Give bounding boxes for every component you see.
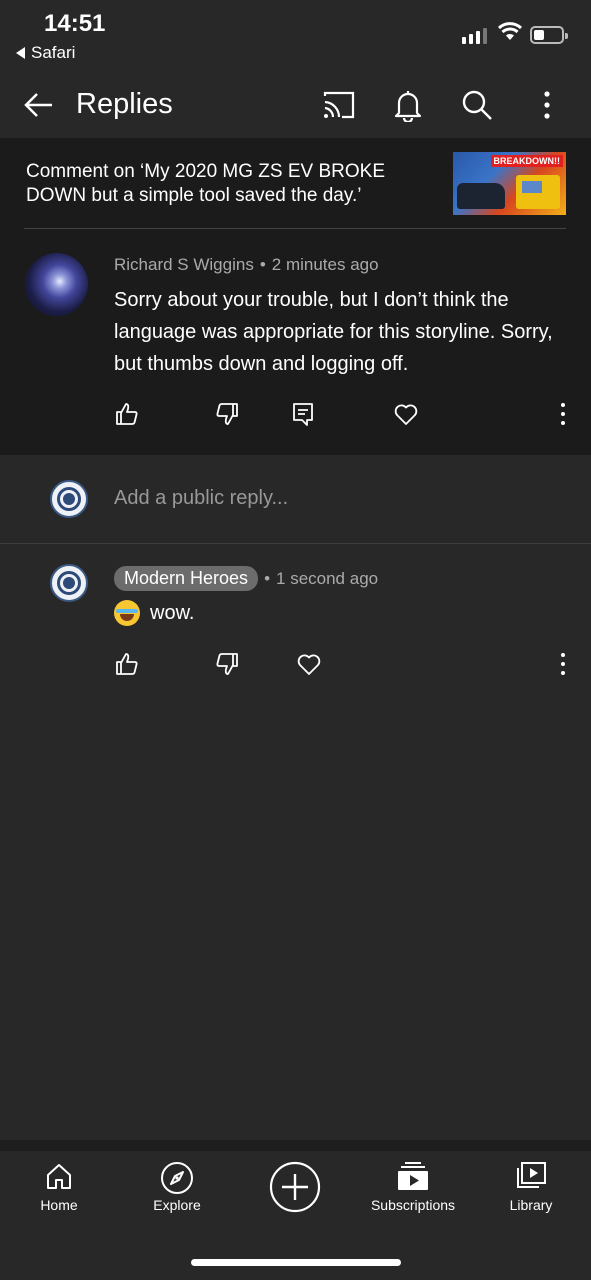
comment-time: 2 minutes ago xyxy=(271,255,379,274)
search-icon[interactable] xyxy=(460,88,494,122)
comment-author[interactable]: Richard S Wiggins xyxy=(114,255,254,274)
avatar[interactable] xyxy=(25,253,88,316)
compass-icon xyxy=(161,1162,193,1194)
like-icon[interactable] xyxy=(114,651,140,677)
reply-time: 1 second ago xyxy=(276,569,379,588)
tabbar-separator xyxy=(0,1140,591,1151)
reply-input[interactable]: Add a public reply... xyxy=(114,487,288,510)
meta-separator: • xyxy=(264,569,271,588)
subscriptions-icon xyxy=(398,1162,428,1190)
page-title: Replies xyxy=(76,88,173,120)
home-icon xyxy=(47,1164,71,1189)
signal-icon xyxy=(462,28,487,44)
comment-meta: Richard S Wiggins • 2 minutes ago xyxy=(114,255,379,275)
reply-input-row[interactable]: Add a public reply... xyxy=(0,455,591,543)
reply-meta: Modern Heroes • 1 second ago xyxy=(114,566,378,591)
tab-label: Library xyxy=(509,1197,553,1213)
tab-label: Subscriptions xyxy=(370,1197,456,1213)
reply-icon[interactable] xyxy=(290,401,316,427)
tab-label: Explore xyxy=(153,1197,201,1213)
reply-text: wow. xyxy=(150,601,195,624)
like-icon[interactable] xyxy=(114,401,140,427)
reply-author-chip[interactable]: Modern Heroes xyxy=(114,566,259,591)
video-thumbnail[interactable]: BREAKDOWN!! xyxy=(453,152,566,215)
tab-explore[interactable]: Explore xyxy=(118,1161,236,1231)
battery-icon xyxy=(530,26,568,44)
wifi-icon xyxy=(497,22,523,40)
comment-actions xyxy=(0,401,591,433)
tab-home[interactable]: Home xyxy=(0,1161,118,1231)
more-vert-icon[interactable] xyxy=(530,88,564,122)
bell-icon[interactable] xyxy=(391,88,425,122)
back-to-app-link[interactable]: Safari xyxy=(16,43,75,63)
reply-comment: Modern Heroes • 1 second ago wow. xyxy=(0,544,591,704)
thumbnail-badge: BREAKDOWN!! xyxy=(490,155,563,167)
meta-separator: • xyxy=(259,255,266,274)
home-indicator[interactable] xyxy=(191,1259,401,1266)
dislike-icon[interactable] xyxy=(214,401,240,427)
status-bar: 14:51 Safari xyxy=(0,0,591,74)
tab-label: Home xyxy=(40,1197,78,1213)
reply-more-icon[interactable] xyxy=(550,651,576,677)
comment-context-title: Comment on ‘My 2020 MG ZS EV BROKE DOWN … xyxy=(26,161,386,206)
heart-icon[interactable] xyxy=(393,401,419,427)
back-arrow-icon[interactable] xyxy=(22,88,56,122)
back-app-label: Safari xyxy=(31,43,76,62)
back-triangle-icon xyxy=(16,47,25,59)
comment-context[interactable]: Comment on ‘My 2020 MG ZS EV BROKE DOWN … xyxy=(0,138,591,230)
avatar xyxy=(50,480,88,518)
thumbnail-truck xyxy=(516,175,560,209)
library-icon xyxy=(517,1162,546,1188)
reply-actions xyxy=(0,651,591,683)
heart-icon[interactable] xyxy=(296,651,322,677)
reply-body: wow. xyxy=(114,600,194,626)
dislike-icon[interactable] xyxy=(214,651,240,677)
tab-library[interactable]: Library xyxy=(472,1161,590,1231)
cast-icon[interactable] xyxy=(322,88,356,122)
status-time: 14:51 xyxy=(44,10,106,37)
comment-more-icon[interactable] xyxy=(550,401,576,427)
thumbnail-car xyxy=(457,183,505,209)
tab-subscriptions[interactable]: Subscriptions xyxy=(354,1161,472,1231)
parent-comment: Richard S Wiggins • 2 minutes ago Sorry ab… xyxy=(0,229,591,455)
app-bar: Replies xyxy=(0,74,591,138)
tears-of-joy-emoji-icon xyxy=(114,600,140,626)
create-plus-icon[interactable] xyxy=(269,1161,321,1213)
avatar[interactable] xyxy=(50,564,88,602)
comment-text: Sorry about your trouble, but I don’t th… xyxy=(114,289,553,375)
